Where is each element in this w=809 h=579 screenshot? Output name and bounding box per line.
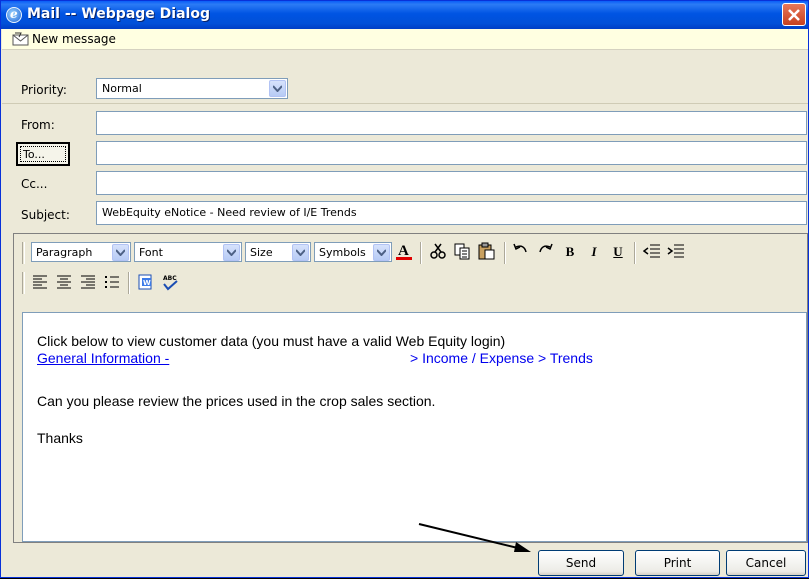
- priority-select[interactable]: Normal: [96, 78, 288, 99]
- subject-label: Subject:: [21, 208, 70, 222]
- message-bar: New message: [2, 29, 808, 50]
- chevron-down-icon[interactable]: [223, 244, 240, 261]
- cut-icon[interactable]: [428, 242, 448, 262]
- symbols-select-label: Symbols: [319, 246, 366, 259]
- body-line-4: Thanks: [37, 430, 83, 446]
- customer-data-link[interactable]: General Information - > Income / Expense…: [37, 350, 648, 366]
- send-button[interactable]: Send: [538, 550, 624, 576]
- cancel-button[interactable]: Cancel: [726, 550, 806, 576]
- print-button[interactable]: Print: [635, 550, 720, 576]
- close-icon: [788, 9, 800, 21]
- chevron-down-icon[interactable]: [292, 244, 309, 261]
- svg-text:A: A: [398, 243, 409, 259]
- underline-icon[interactable]: U: [608, 242, 628, 262]
- symbols-select[interactable]: Symbols: [314, 242, 392, 262]
- redo-icon[interactable]: [535, 242, 555, 262]
- outdent-icon[interactable]: [642, 242, 662, 262]
- align-right-icon[interactable]: [78, 273, 98, 293]
- font-select[interactable]: Font: [134, 242, 242, 262]
- from-label: From:: [21, 118, 55, 132]
- paragraph-select-label: Paragraph: [36, 246, 93, 259]
- toolbar-grip: [22, 242, 25, 264]
- priority-value: Normal: [102, 82, 142, 95]
- chevron-down-icon[interactable]: [373, 244, 390, 261]
- title-bar[interactable]: e Mail -- Webpage Dialog: [1, 1, 808, 29]
- divider: [2, 103, 808, 104]
- to-button[interactable]: To...: [16, 142, 70, 166]
- svg-text:W: W: [143, 279, 151, 287]
- cc-field[interactable]: [96, 171, 807, 195]
- size-select[interactable]: Size: [245, 242, 311, 262]
- svg-text:ABC: ABC: [163, 275, 177, 282]
- ie-icon: e: [6, 7, 22, 23]
- align-center-icon[interactable]: [54, 273, 74, 293]
- bold-icon[interactable]: B: [560, 242, 580, 262]
- body-line-1: Click below to view customer data (you m…: [37, 333, 506, 349]
- chevron-down-icon[interactable]: [112, 244, 129, 261]
- toolbar-grip: [22, 272, 25, 294]
- body-line-3: Can you please review the prices used in…: [37, 393, 436, 409]
- toolbar-divider: [634, 242, 636, 264]
- undo-icon[interactable]: [511, 242, 531, 262]
- size-select-label: Size: [250, 246, 273, 259]
- copy-icon[interactable]: [452, 242, 472, 262]
- message-bar-label: New message: [32, 32, 116, 46]
- paragraph-select[interactable]: Paragraph: [31, 242, 131, 262]
- italic-icon[interactable]: I: [584, 242, 604, 262]
- html-editor: Paragraph Font Size Symbols A B I U W AB…: [13, 233, 808, 543]
- cc-label[interactable]: Cc...: [21, 177, 47, 191]
- align-left-icon[interactable]: [30, 273, 50, 293]
- subject-field[interactable]: WebEquity eNotice - Need review of I/E T…: [96, 201, 807, 225]
- toolbar-divider: [420, 242, 422, 264]
- font-select-label: Font: [139, 246, 163, 259]
- message-body-editor[interactable]: Click below to view customer data (you m…: [22, 312, 807, 542]
- link-text-start: General Information -: [37, 350, 170, 366]
- from-field[interactable]: [96, 111, 807, 135]
- mail-dialog-window: e Mail -- Webpage Dialog New message Pri…: [0, 0, 809, 578]
- font-color-icon[interactable]: A: [394, 241, 414, 261]
- indent-icon[interactable]: [666, 242, 686, 262]
- close-button[interactable]: [782, 3, 806, 26]
- toolbar-divider: [504, 242, 506, 264]
- chevron-down-icon[interactable]: [269, 80, 286, 97]
- priority-label: Priority:: [21, 83, 67, 97]
- window-title: Mail -- Webpage Dialog: [27, 6, 210, 22]
- insert-word-icon[interactable]: W: [136, 273, 156, 293]
- to-field[interactable]: [96, 141, 807, 165]
- toolbar-divider: [128, 272, 130, 294]
- bullet-list-icon[interactable]: [102, 273, 122, 293]
- spell-check-icon[interactable]: ABC: [160, 273, 180, 293]
- paste-icon[interactable]: [476, 242, 496, 262]
- new-message-icon: [12, 32, 29, 46]
- link-text-end: > Income / Expense > Trends: [410, 350, 593, 366]
